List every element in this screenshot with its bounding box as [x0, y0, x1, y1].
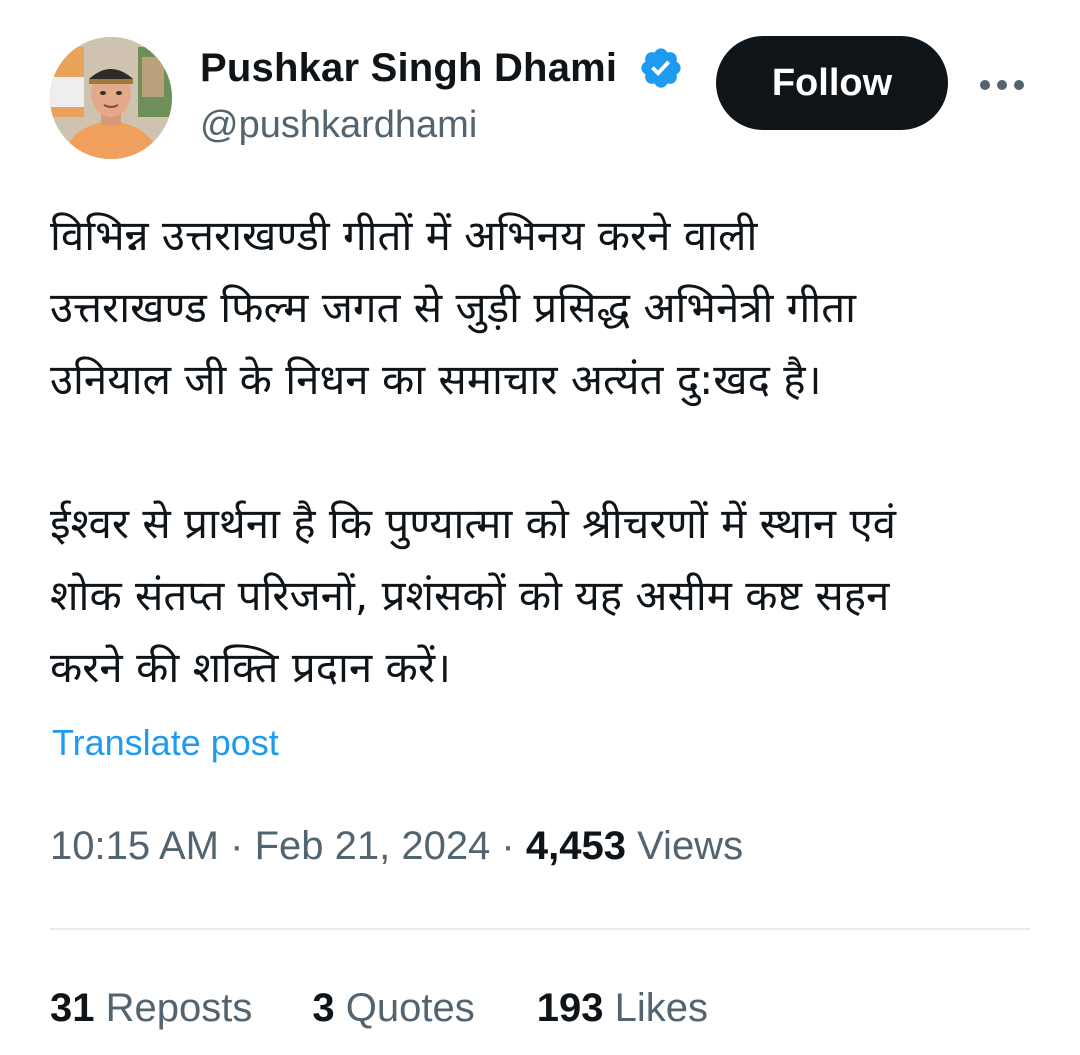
post-time[interactable]: 10:15 AM — [50, 824, 219, 868]
reposts-count: 31 — [50, 986, 95, 1030]
follow-button[interactable]: Follow — [716, 36, 948, 130]
quotes-count: 3 — [312, 986, 335, 1030]
post-text: विभिन्न उत्तराखण्डी गीतों में अभिनय करने… — [50, 200, 1050, 704]
divider — [50, 928, 1030, 930]
profile-photo-icon — [50, 37, 172, 159]
display-name[interactable]: Pushkar Singh Dhami — [200, 46, 632, 91]
quotes-label: Quotes — [345, 986, 475, 1030]
post-meta: 10:15 AM · Feb 21, 2024 · 4,453 Views — [50, 824, 743, 869]
engagement-stats: 31 Reposts 3 Quotes 193 Likes — [50, 986, 708, 1031]
views-count: 4,453 — [525, 824, 626, 868]
likes-count: 193 — [536, 986, 604, 1030]
reposts-label: Reposts — [105, 986, 253, 1030]
likes-label: Likes — [614, 986, 708, 1030]
author-handle[interactable]: @pushkardhami — [200, 104, 477, 147]
likes-stat[interactable]: 193 Likes — [537, 986, 708, 1031]
avatar[interactable] — [50, 37, 172, 159]
quotes-stat[interactable]: 3 Quotes — [312, 986, 474, 1031]
more-options-button[interactable] — [972, 60, 1032, 110]
post-paragraph: ईश्वर से प्रार्थना है कि पुण्यात्मा को श… — [50, 499, 897, 692]
translate-post-link[interactable]: Translate post — [52, 722, 279, 764]
author-name-row[interactable]: Pushkar Singh Dhami — [200, 40, 684, 96]
post-paragraph: विभिन्न उत्तराखण्डी गीतों में अभिनय करने… — [50, 211, 857, 404]
more-horizontal-icon — [980, 80, 1024, 90]
verified-badge-icon — [638, 45, 684, 91]
post-date[interactable]: Feb 21, 2024 — [255, 824, 491, 868]
tweet-detail: Pushkar Singh Dhami @pushkardhami Follow… — [0, 0, 1080, 1055]
meta-separator: · — [219, 824, 255, 868]
meta-separator: · — [490, 824, 526, 868]
reposts-stat[interactable]: 31 Reposts — [50, 986, 252, 1031]
views-label: Views — [637, 824, 744, 868]
